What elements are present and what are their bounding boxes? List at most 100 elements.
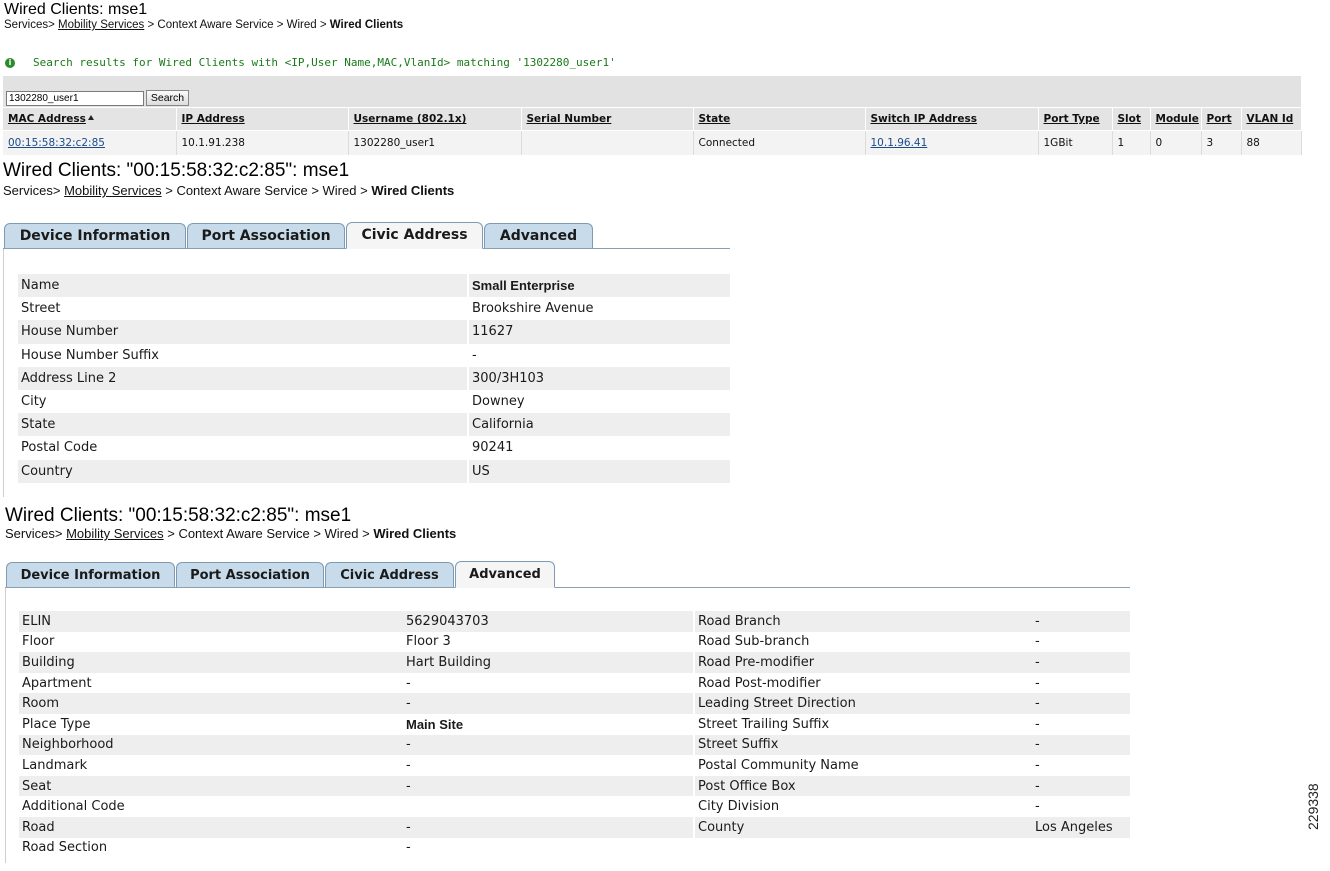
advanced-row: Landmark - Postal Community Name - (19, 755, 1130, 776)
advanced-label-right: Street Trailing Suffix (693, 713, 1032, 735)
civic-tab-bar: Device Information Port Association Civi… (3, 221, 730, 249)
breadcrumb-current: Wired Clients (373, 526, 457, 541)
switch-ip-link[interactable]: 10.1.96.41 (871, 137, 928, 149)
advanced-table: ELIN 5629043703 Road Branch - Floor Floor 3 Ro… (19, 611, 1130, 859)
civic-label: Postal Code (18, 436, 468, 460)
search-info-text: Search results for Wired Clients with <I… (33, 56, 616, 69)
advanced-label: Seat (19, 775, 403, 797)
results-table: MAC Address IP Address Username (802.1x)… (3, 108, 1302, 155)
advanced-value-right: - (1032, 693, 1130, 714)
advanced-label-right: Road Pre-modifier (693, 652, 1032, 673)
advanced-value: 5629043703 (403, 611, 694, 632)
advanced-value: - (403, 734, 694, 756)
results-header-row: MAC Address IP Address Username (802.1x)… (3, 108, 1302, 131)
breadcrumb-mobility-services-link[interactable]: Mobility Services (66, 526, 164, 541)
advanced-label: Floor (19, 631, 403, 653)
advanced-value-right: - (1032, 734, 1130, 756)
advanced-label-right: Road Branch (693, 611, 1032, 632)
civic-row: State California (18, 413, 730, 437)
advanced-value-right: - (1032, 611, 1130, 632)
advanced-value-right: - (1032, 796, 1130, 817)
civic-value: California (467, 413, 730, 437)
advanced-row: Additional Code City Division - (19, 796, 1130, 817)
advanced-label-right: Post Office Box (693, 775, 1032, 797)
tab-advanced[interactable]: Advanced (484, 223, 593, 249)
advanced-label-right: Road Sub-branch (693, 631, 1032, 653)
advanced-value-right (1032, 837, 1130, 859)
advanced-value-right: - (1032, 775, 1130, 797)
advanced-label: Additional Code (19, 796, 403, 817)
advanced-label-right: County (693, 816, 1032, 838)
advanced-row: Neighborhood - Street Suffix - (19, 734, 1130, 756)
col-serial-number[interactable]: Serial Number (521, 108, 694, 131)
advanced-value: - (403, 816, 694, 838)
search-button[interactable]: Search (146, 90, 189, 106)
tab-advanced[interactable]: Advanced (455, 561, 555, 588)
civic-label: Address Line 2 (18, 366, 468, 390)
civic-value: - (467, 343, 730, 367)
advanced-row: Apartment - Road Post-modifier - (19, 672, 1130, 694)
col-slot[interactable]: Slot (1112, 108, 1151, 131)
search-bar: Search (3, 76, 1301, 107)
cell-serial (521, 130, 694, 155)
advanced-value: - (403, 755, 694, 776)
cell-vlan: 88 (1241, 130, 1302, 155)
advanced-label: Road (19, 816, 403, 838)
advanced-label: Room (19, 693, 403, 714)
advanced-row: Seat - Post Office Box - (19, 775, 1130, 797)
civic-row: House Number 11627 (18, 320, 730, 344)
advanced-tab-bar: Device Information Port Association Civi… (5, 560, 1130, 588)
tab-device-information[interactable]: Device Information (4, 223, 186, 249)
tab-civic-address[interactable]: Civic Address (325, 562, 454, 588)
breadcrumb-path: > Context Aware Service > Wired > (165, 183, 368, 198)
figure-id: 229338 (1305, 783, 1321, 830)
breadcrumb-mobility-services-link[interactable]: Mobility Services (64, 183, 162, 198)
breadcrumb-current: Wired Clients (329, 19, 404, 31)
advanced-value: - (403, 775, 694, 797)
col-ip-address[interactable]: IP Address (176, 108, 349, 131)
civic-row: House Number Suffix - (18, 343, 730, 367)
civic-label: State (18, 413, 468, 437)
col-switch-ip[interactable]: Switch IP Address (865, 108, 1039, 131)
col-port-type[interactable]: Port Type (1038, 108, 1113, 131)
advanced-row: Road - County Los Angeles (19, 816, 1130, 838)
civic-row: Country US (18, 459, 730, 483)
search-input[interactable] (6, 91, 144, 106)
civic-row: Postal Code 90241 (18, 436, 730, 460)
civic-label: Name (18, 274, 468, 298)
advanced-label-right: Road Post-modifier (693, 672, 1032, 694)
civic-breadcrumb: Services> Mobility Services > Context Aw… (3, 183, 454, 198)
col-username[interactable]: Username (802.1x) (348, 108, 522, 131)
advanced-label: Neighborhood (19, 734, 403, 756)
advanced-value: Main Site (403, 713, 694, 735)
advanced-value (403, 796, 694, 817)
advanced-row: Road Section - (19, 837, 1130, 859)
advanced-label: Place Type (19, 713, 403, 735)
advanced-value: Hart Building (403, 652, 694, 673)
tab-civic-address[interactable]: Civic Address (346, 222, 483, 249)
breadcrumb-services: Services> (3, 183, 61, 198)
col-module[interactable]: Module (1150, 108, 1202, 131)
advanced-label-right (693, 837, 1032, 859)
cell-state: Connected (693, 130, 866, 155)
cell-port-type: 1GBit (1038, 130, 1113, 155)
advanced-value: - (403, 672, 694, 694)
page-title: Wired Clients: mse1 (4, 1, 148, 18)
col-state[interactable]: State (693, 108, 866, 131)
tab-port-association[interactable]: Port Association (187, 223, 345, 249)
advanced-row: Floor Floor 3 Road Sub-branch - (19, 631, 1130, 653)
tab-port-association[interactable]: Port Association (176, 562, 324, 588)
mac-address-link[interactable]: 00:15:58:32:c2:85 (8, 137, 105, 149)
breadcrumb-mobility-services-link[interactable]: Mobility Services (58, 19, 144, 31)
advanced-row: ELIN 5629043703 Road Branch - (19, 611, 1130, 632)
cell-module: 0 (1150, 130, 1202, 155)
search-info-message: i Search results for Wired Clients with <… (5, 56, 616, 69)
advanced-label-right: City Division (693, 796, 1032, 817)
civic-page-title: Wired Clients: "00:15:58:32:c2:85": mse1 (3, 160, 350, 181)
col-port[interactable]: Port (1201, 108, 1242, 131)
col-vlan-id[interactable]: VLAN Id (1241, 108, 1302, 131)
tab-device-information[interactable]: Device Information (6, 562, 175, 588)
col-mac-address[interactable]: MAC Address (3, 108, 177, 131)
sort-ascending-icon (87, 115, 94, 120)
civic-label: House Number (18, 320, 468, 344)
